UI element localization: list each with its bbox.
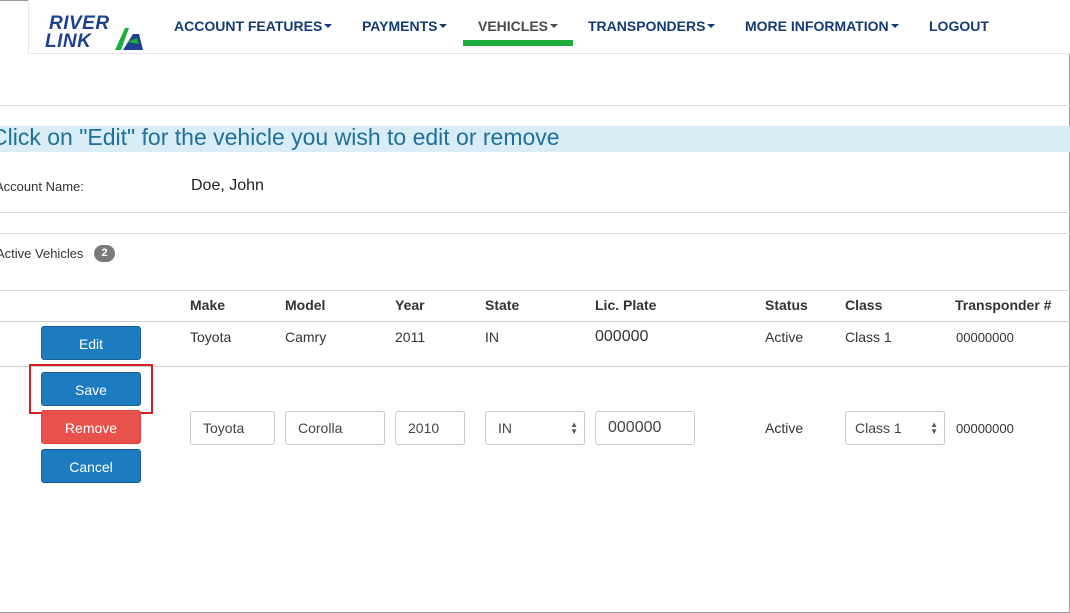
cancel-button[interactable]: Cancel: [41, 449, 141, 483]
account-name-label: Account Name:: [0, 179, 84, 194]
caret-down-icon: [707, 24, 716, 29]
account-name-value: Doe, John: [191, 177, 264, 194]
year-input[interactable]: 2010: [395, 411, 465, 445]
row1-status: Active: [765, 329, 804, 345]
col-header-class: Class: [845, 297, 883, 313]
col-header-year: Year: [395, 297, 425, 313]
window-frame: [0, 0, 1070, 613]
row2-status: Active: [765, 420, 804, 436]
state-select-value: IN: [498, 420, 512, 436]
row1-model: Camry: [285, 329, 327, 345]
row-divider: [0, 366, 1070, 367]
col-header-state: State: [485, 297, 520, 313]
nav-account-features[interactable]: ACCOUNT FEATURES: [174, 18, 333, 34]
row2-transponder: 00000000: [956, 421, 1014, 436]
nav-more-information-label: MORE INFORMATION: [745, 18, 889, 34]
caret-down-icon: [890, 24, 899, 29]
remove-button[interactable]: Remove: [41, 410, 141, 444]
nav-transponders-label: TRANSPONDERS: [588, 18, 706, 34]
state-select[interactable]: IN ▲ ▼: [485, 411, 585, 445]
caret-down-icon: [550, 24, 559, 29]
edit-button[interactable]: Edit: [41, 326, 141, 360]
col-header-transponder: Transponder #: [955, 297, 1052, 313]
make-input[interactable]: Toyota: [190, 411, 275, 445]
active-vehicles-count-badge: 2: [94, 245, 115, 262]
col-header-status: Status: [765, 297, 808, 313]
plate-input[interactable]: 000000: [595, 411, 695, 445]
class-select[interactable]: Class 1 ▲ ▼: [845, 411, 945, 445]
nav-logout-label: LOGOUT: [929, 18, 989, 34]
row1-class: Class 1: [845, 329, 892, 345]
model-input[interactable]: Corolla: [285, 411, 385, 445]
divider: [0, 212, 1070, 213]
class-select-value: Class 1: [855, 420, 902, 436]
col-header-make: Make: [190, 297, 226, 313]
logo-line-2: LINK: [45, 31, 92, 52]
col-header-lic-plate: Lic. Plate: [595, 297, 657, 313]
row1-plate: 000000: [595, 328, 649, 345]
table-top-border: [0, 290, 1070, 291]
row1-transponder: 00000000: [956, 330, 1014, 345]
nav-payments-label: PAYMENTS: [362, 18, 438, 34]
nav-transponders[interactable]: TRANSPONDERS: [588, 18, 716, 34]
row1-make: Toyota: [190, 329, 232, 345]
row1-state: IN: [485, 329, 499, 345]
caret-down-icon: [324, 24, 333, 29]
instruction-text: Click on "Edit" for the vehicle you wish…: [0, 124, 560, 150]
caret-down-icon: [439, 24, 448, 29]
nav-logout[interactable]: LOGOUT: [929, 18, 989, 34]
select-arrows-icon: ▲ ▼: [930, 420, 938, 436]
bridge-emblem-icon: [115, 28, 143, 50]
row1-year: 2011: [395, 329, 426, 345]
nav-payments[interactable]: PAYMENTS: [362, 18, 448, 34]
nav-vehicles-label: VEHICLES: [478, 18, 549, 34]
nav-vehicles[interactable]: VEHICLES: [478, 18, 559, 34]
nav-account-features-label: ACCOUNT FEATURES: [174, 18, 323, 34]
col-header-model: Model: [285, 297, 326, 313]
nav-more-information[interactable]: MORE INFORMATION: [745, 18, 899, 34]
active-vehicles-label: Active Vehicles: [0, 246, 84, 261]
table-header-border: [0, 321, 1070, 322]
divider: [0, 105, 1070, 106]
save-button[interactable]: Save: [41, 372, 141, 406]
nav-active-indicator: [463, 40, 573, 46]
select-arrows-icon: ▲ ▼: [570, 420, 578, 436]
riverlink-logo[interactable]: RIVER LINK: [45, 14, 155, 54]
divider: [0, 233, 1070, 234]
